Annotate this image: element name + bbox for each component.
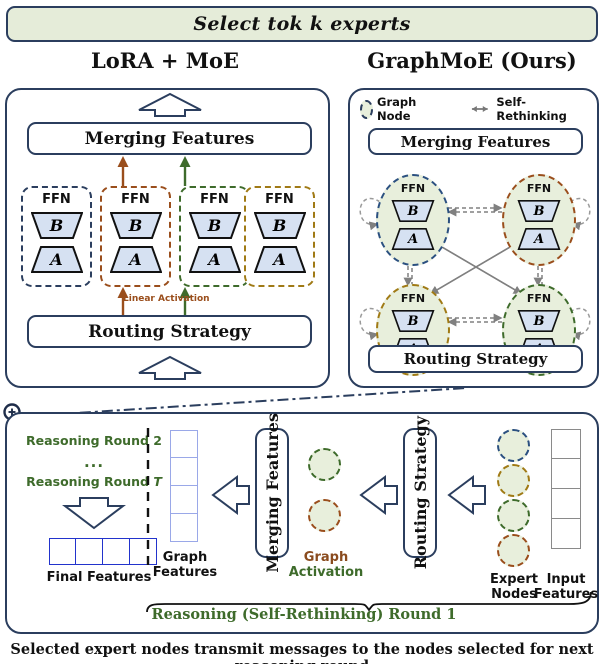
- expert-ffn-1[interactable]: FFN B A: [21, 186, 92, 287]
- graph-lora-a-letter-1: A: [407, 231, 419, 247]
- lora-b-3: B: [188, 212, 241, 239]
- lora-b-2: B: [109, 212, 162, 239]
- expert-node-2[interactable]: [497, 464, 530, 497]
- graph-feature-cell: [170, 486, 198, 514]
- title-banner: Select tok k experts: [6, 6, 598, 42]
- graph-node-top-right[interactable]: FFN B A: [502, 174, 576, 266]
- input-feature-cell: [551, 519, 581, 549]
- graph-ffn-label-1: FFN: [400, 182, 426, 195]
- lora-b-letter-4: B: [272, 216, 287, 235]
- routing-to-activation-arrow: [359, 475, 398, 515]
- routing-strategy-vertical-label: Routing Strategy: [410, 416, 430, 570]
- graph-lora-b-letter-2: B: [533, 203, 545, 219]
- lora-a-letter-2: A: [129, 250, 142, 269]
- input-features-column: [551, 429, 581, 549]
- expert-node-3[interactable]: [497, 499, 530, 532]
- routing-strategy-box: Routing Strategy: [27, 315, 312, 348]
- lora-b-1: B: [30, 212, 83, 239]
- graph-feature-cell: [170, 514, 198, 542]
- final-features-row: [49, 538, 157, 565]
- lora-a-letter-3: A: [208, 250, 221, 269]
- graph-ffn-label-4: FFN: [526, 292, 552, 305]
- merging-features-vertical-label: Merging Features: [262, 413, 282, 573]
- left-panel-heading: LoRA + MoE: [91, 48, 239, 73]
- lora-a-letter-4: A: [273, 250, 286, 269]
- expert-ffn-2[interactable]: FFN B A: [100, 186, 171, 287]
- graph-routing-strategy-label: Routing Strategy: [403, 350, 548, 368]
- lora-b-letter-2: B: [128, 216, 143, 235]
- graph-ffn-label-3: FFN: [400, 292, 426, 305]
- graph-lora-b-letter-3: B: [407, 313, 419, 329]
- final-feature-cell: [49, 538, 76, 565]
- final-output-block-arrow: [62, 497, 126, 530]
- graph-features-label: Graph Features: [152, 550, 218, 580]
- graph-routing-strategy-box: Routing Strategy: [368, 345, 583, 373]
- final-features-label: Final Features: [46, 570, 152, 585]
- graph-activation-label: Graph Activation: [288, 550, 364, 580]
- graph-feature-cell: [170, 458, 198, 486]
- merging-features-label: Merging Features: [84, 128, 255, 149]
- experts-to-routing-arrow: [447, 475, 486, 515]
- expert-ffn-3[interactable]: FFN B A: [179, 186, 250, 287]
- merging-features-box: Merging Features: [27, 122, 312, 155]
- graph-lora-a-letter-2: A: [533, 231, 545, 247]
- graph-lora-a-1: A: [391, 228, 435, 250]
- routing-strategy-vertical-box: Routing Strategy: [403, 416, 437, 570]
- graph-lora-b-3: B: [391, 310, 435, 332]
- lora-a-2: A: [109, 246, 162, 273]
- lora-a-4: A: [253, 246, 306, 273]
- reasoning-round-1-label: Reasoning (Self-Rethinking) Round 1: [151, 606, 457, 623]
- right-panel-heading: GraphMoE (Ours): [367, 48, 577, 73]
- lora-moe-panel: Merging Features FFN B A FFN B A FFN B A…: [5, 88, 330, 388]
- graph-features-column: [170, 430, 198, 542]
- reasoning-detail-panel: Reasoning Round 2 ... Reasoning Round T …: [5, 412, 599, 634]
- figure-root: Select tok k experts LoRA + MoE GraphMoE…: [0, 0, 604, 664]
- lora-b-4: B: [253, 212, 306, 239]
- merge-to-graph-arrow: [211, 475, 250, 515]
- graph-lora-b-1: B: [391, 200, 435, 222]
- graph-lora-b-2: B: [517, 200, 561, 222]
- expert-to-merge-arrows: [117, 156, 191, 186]
- graph-lora-b-letter-4: B: [533, 313, 545, 329]
- expert-node-1[interactable]: [497, 429, 530, 462]
- graph-lora-a-2: A: [517, 228, 561, 250]
- graph-lora-b-4: B: [517, 310, 561, 332]
- routing-strategy-label: Routing Strategy: [88, 321, 251, 342]
- graph-feature-cell: [170, 430, 198, 458]
- lora-a-1: A: [30, 246, 83, 273]
- expert-node-4[interactable]: [497, 534, 530, 567]
- lora-a-3: A: [188, 246, 241, 273]
- final-feature-cell: [103, 538, 130, 565]
- section-divider: [146, 428, 150, 570]
- graph-ffn-label-2: FFN: [526, 182, 552, 195]
- linear-activation-label: Linear Activation: [123, 294, 210, 304]
- ffn-label-4: FFN: [265, 192, 294, 207]
- graph-lora-b-letter-1: B: [407, 203, 419, 219]
- input-feature-cell: [551, 429, 581, 459]
- ffn-label-2: FFN: [121, 192, 150, 207]
- merging-features-vertical-box: Merging Features: [255, 413, 289, 573]
- ffn-label-1: FFN: [42, 192, 71, 207]
- ffn-label-3: FFN: [200, 192, 229, 207]
- graph-node-top-left[interactable]: FFN B A: [376, 174, 450, 266]
- input-feature-cell: [551, 459, 581, 489]
- final-feature-cell: [76, 538, 103, 565]
- expert-ffn-4[interactable]: FFN B A: [244, 186, 315, 287]
- graph-activation-node-1[interactable]: [308, 448, 341, 481]
- input-feature-cell: [551, 489, 581, 519]
- lora-b-letter-1: B: [49, 216, 64, 235]
- lora-a-letter-1: A: [50, 250, 63, 269]
- output-block-arrow-top: [138, 92, 202, 117]
- graphmoe-panel: Graph Node Self-Rethinking Merging Featu…: [348, 88, 599, 388]
- graph-activation-node-2[interactable]: [308, 499, 341, 532]
- title-text: Select tok k experts: [193, 13, 411, 35]
- input-block-arrow-bottom: [138, 355, 202, 380]
- lora-b-letter-3: B: [207, 216, 222, 235]
- figure-caption: Selected expert nodes transmit messages …: [10, 641, 594, 664]
